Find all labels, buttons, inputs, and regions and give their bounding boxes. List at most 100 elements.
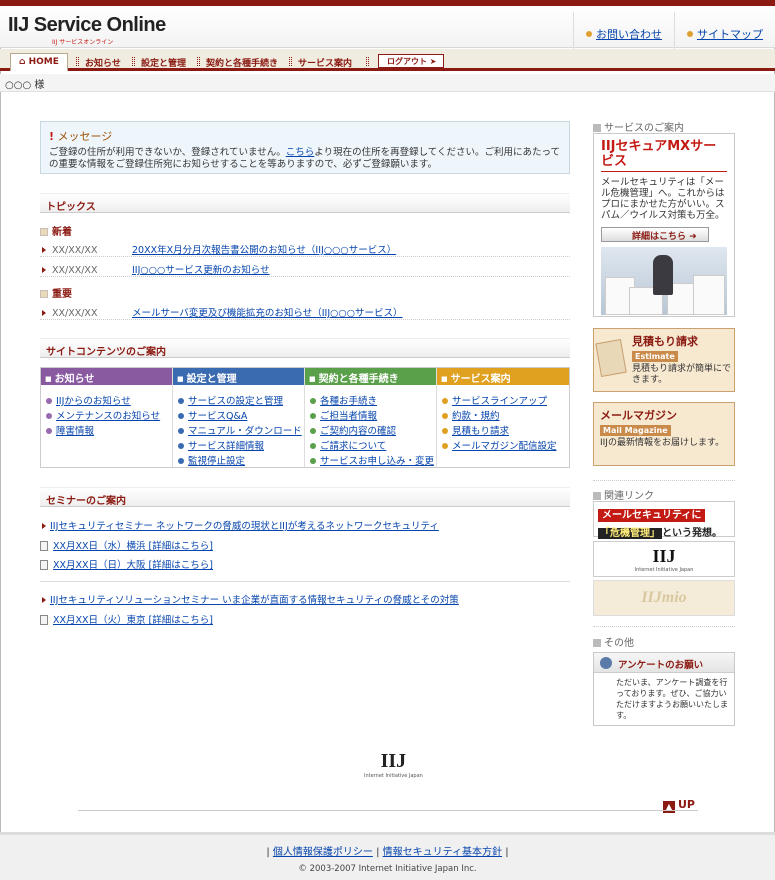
banner-text-c: という発想。 <box>662 528 722 539</box>
reregister-link[interactable]: こちら <box>286 147 315 158</box>
seminar-detail-link[interactable]: XX月XX日（火）東京 [詳細はこちら] <box>53 615 213 626</box>
security-policy-link[interactable]: 情報セキュリティ基本方針 <box>383 847 502 858</box>
triangle-icon <box>42 310 46 316</box>
topic-link[interactable]: IIJ○○○サービス更新のお知らせ <box>132 265 270 276</box>
footer: | 個人情報保護ポリシー | 情報セキュリティ基本方針 | © 2003-200… <box>0 832 775 880</box>
col-header-services: サービス案内 <box>437 368 569 385</box>
list-item: マニュアル・ダウンロード <box>178 423 304 438</box>
detail-button-label: 詳細はこちら <box>632 232 687 242</box>
sitemap-link-cell: サイトマップ <box>674 12 775 54</box>
topic-date: XX/XX/XX <box>52 245 98 256</box>
list-item: 障害情報 <box>46 423 172 438</box>
paper-stack <box>693 275 725 315</box>
secure-mx-detail-button[interactable]: 詳細はこちら ➜ <box>601 227 709 242</box>
seminar-detail-link[interactable]: XX月XX日（水）横浜 [詳細はこちら] <box>53 541 213 552</box>
site-contents-grid: お知らせ IIJからのお知らせ メンテナンスのお知らせ 障害情報 設定と管理 サ… <box>40 367 570 468</box>
bullet-icon <box>310 398 316 404</box>
banner-text-b: 「危機管理」 <box>598 528 662 539</box>
message-box: ! メッセージ ご登録の住所が利用できないか、登録されていません。こちらより現在… <box>40 121 570 174</box>
manual-link[interactable]: マニュアル・ダウンロード <box>188 426 302 437</box>
qa-link[interactable]: サービスQ&A <box>188 411 247 422</box>
survey-desc: ただいま、アンケート調査を行っております。ぜひ、ご協力いただけますようお願いいた… <box>616 678 728 720</box>
businessman-image <box>601 247 727 315</box>
seminar-title-link[interactable]: IIJセキュリティセミナー ネットワークの脅威の現状とIIJが考えるネットワーク… <box>50 521 439 532</box>
mailmag-banner[interactable]: メールマガジン Mail Magazine IIJの最新情報をお届けします。 <box>593 402 735 466</box>
nav-home-label: HOME <box>28 57 59 67</box>
bullet-icon <box>442 428 448 434</box>
billing-link[interactable]: ご請求について <box>320 441 386 452</box>
iijmio-banner[interactable]: IIJmio <box>593 580 735 616</box>
bullet-icon <box>46 428 52 434</box>
document-icon <box>40 560 48 570</box>
divider <box>593 480 735 481</box>
col-news: お知らせ IIJからのお知らせ メンテナンスのお知らせ 障害情報 <box>41 368 173 467</box>
list-item: サービス詳細情報 <box>178 438 304 453</box>
nav-separator <box>366 57 369 66</box>
contract-check-link[interactable]: ご契約内容の確認 <box>320 426 396 437</box>
iij-logo-banner[interactable]: IIJ Internet Initiative Japan <box>593 541 735 577</box>
secure-mx-banner[interactable]: IIJセキュアMXサービス メールセキュリティは「メール危機管理」へ。これからは… <box>593 133 735 317</box>
monitor-stop-link[interactable]: 監視停止設定 <box>188 456 245 467</box>
news-link[interactable]: IIJからのお知らせ <box>56 396 131 407</box>
iij-logo-sub: Internet Initiative Japan <box>634 567 694 573</box>
list-item: サービスの設定と管理 <box>178 393 304 408</box>
seminar-title-link[interactable]: IIJセキュリティソリューションセミナー いま企業が直面する情報セキュリティの脅… <box>50 595 459 606</box>
iijmio-logo: IIJmio <box>641 589 687 606</box>
apply-change-link[interactable]: サービスお申し込み・変更 <box>320 456 434 467</box>
site-logo[interactable]: IIJ Service Online IIJ サービスオンライン <box>8 14 166 46</box>
nav-item-news[interactable]: お知らせ <box>85 56 121 69</box>
nav-item-settings[interactable]: 設定と管理 <box>141 56 186 69</box>
exclamation-icon: ! <box>49 130 55 143</box>
logo-subtitle: IIJ サービスオンライン <box>52 39 114 46</box>
topic-date: XX/XX/XX <box>52 308 98 319</box>
survey-icon <box>600 657 612 669</box>
nav-item-services[interactable]: サービス案内 <box>298 56 352 69</box>
mail-security-banner[interactable]: メールセキュリティに 「危機管理」 という発想。 <box>593 501 735 539</box>
arrow-right-icon: ➜ <box>689 232 697 242</box>
topic-link[interactable]: 20XX年X月分月次報告書公開のお知らせ（IIJ○○○サービス） <box>132 245 396 256</box>
col-header-settings: 設定と管理 <box>173 368 304 385</box>
bullet-icon <box>442 443 448 449</box>
mailmag-settings-link[interactable]: メールマガジン配信設定 <box>452 441 557 452</box>
square-icon <box>593 492 601 500</box>
nav-home-tab[interactable]: ⌂ HOME <box>10 53 68 71</box>
seminar-item-row: XX月XX日（水）横浜 [詳細はこちら] <box>40 538 213 552</box>
user-name: ○○○ 様 <box>5 80 45 91</box>
maintenance-link[interactable]: メンテナンスのお知らせ <box>56 411 160 422</box>
calculator-icon <box>595 339 627 377</box>
seminar-detail-link[interactable]: XX月XX日（日）大阪 [詳細はこちら] <box>53 560 213 571</box>
estimate-banner[interactable]: 見積もり請求 Estimate 見積もり請求が簡単にできます。 <box>593 328 735 392</box>
bullet-icon <box>178 413 184 419</box>
contact-link[interactable]: お問い合わせ <box>596 28 662 41</box>
document-icon <box>40 615 48 625</box>
footer-logo-text: IIJ <box>380 750 407 772</box>
footer-divider <box>78 810 698 811</box>
copyright: © 2003-2007 Internet Initiative Japan In… <box>298 864 477 874</box>
lineup-link[interactable]: サービスラインアップ <box>452 396 547 407</box>
logout-label: ログアウト <box>387 57 427 66</box>
bullet-icon <box>310 443 316 449</box>
nav-item-contract[interactable]: 契約と各種手続き <box>206 56 278 69</box>
other-heading: その他 <box>593 634 634 649</box>
logout-button[interactable]: ログアウト ➤ <box>378 54 444 68</box>
estimate-link[interactable]: 見積もり請求 <box>452 426 509 437</box>
list-item: メンテナンスのお知らせ <box>46 408 172 423</box>
procedures-link[interactable]: 各種お手続き <box>320 396 377 407</box>
sitemap-link[interactable]: サイトマップ <box>697 28 763 41</box>
service-detail-link[interactable]: サービス詳細情報 <box>188 441 264 452</box>
topic-link[interactable]: メールサーバ変更及び機能拡充のお知らせ（IIJ○○○サービス） <box>132 308 403 319</box>
list-item: サービスお申し込み・変更 <box>310 453 436 468</box>
iij-logo: IIJ <box>652 546 676 566</box>
list-item: ご担当者情報 <box>310 408 436 423</box>
list-item: メールマガジン配信設定 <box>442 438 569 453</box>
footer-logo-sub: Internet Initiative Japan <box>364 773 423 779</box>
topics-important-label: 重要 <box>40 285 72 300</box>
terms-link[interactable]: 約款・規約 <box>452 411 500 422</box>
settings-link[interactable]: サービスの設定と管理 <box>188 396 283 407</box>
outage-link[interactable]: 障害情報 <box>56 426 94 437</box>
survey-box[interactable]: アンケートのお願い ただいま、アンケート調査を行っております。ぜひ、ご協力いただ… <box>593 652 735 726</box>
bullet-icon <box>442 413 448 419</box>
bullet-icon <box>687 31 693 37</box>
privacy-policy-link[interactable]: 個人情報保護ポリシー <box>273 847 373 858</box>
contact-person-link[interactable]: ご担当者情報 <box>320 411 377 422</box>
